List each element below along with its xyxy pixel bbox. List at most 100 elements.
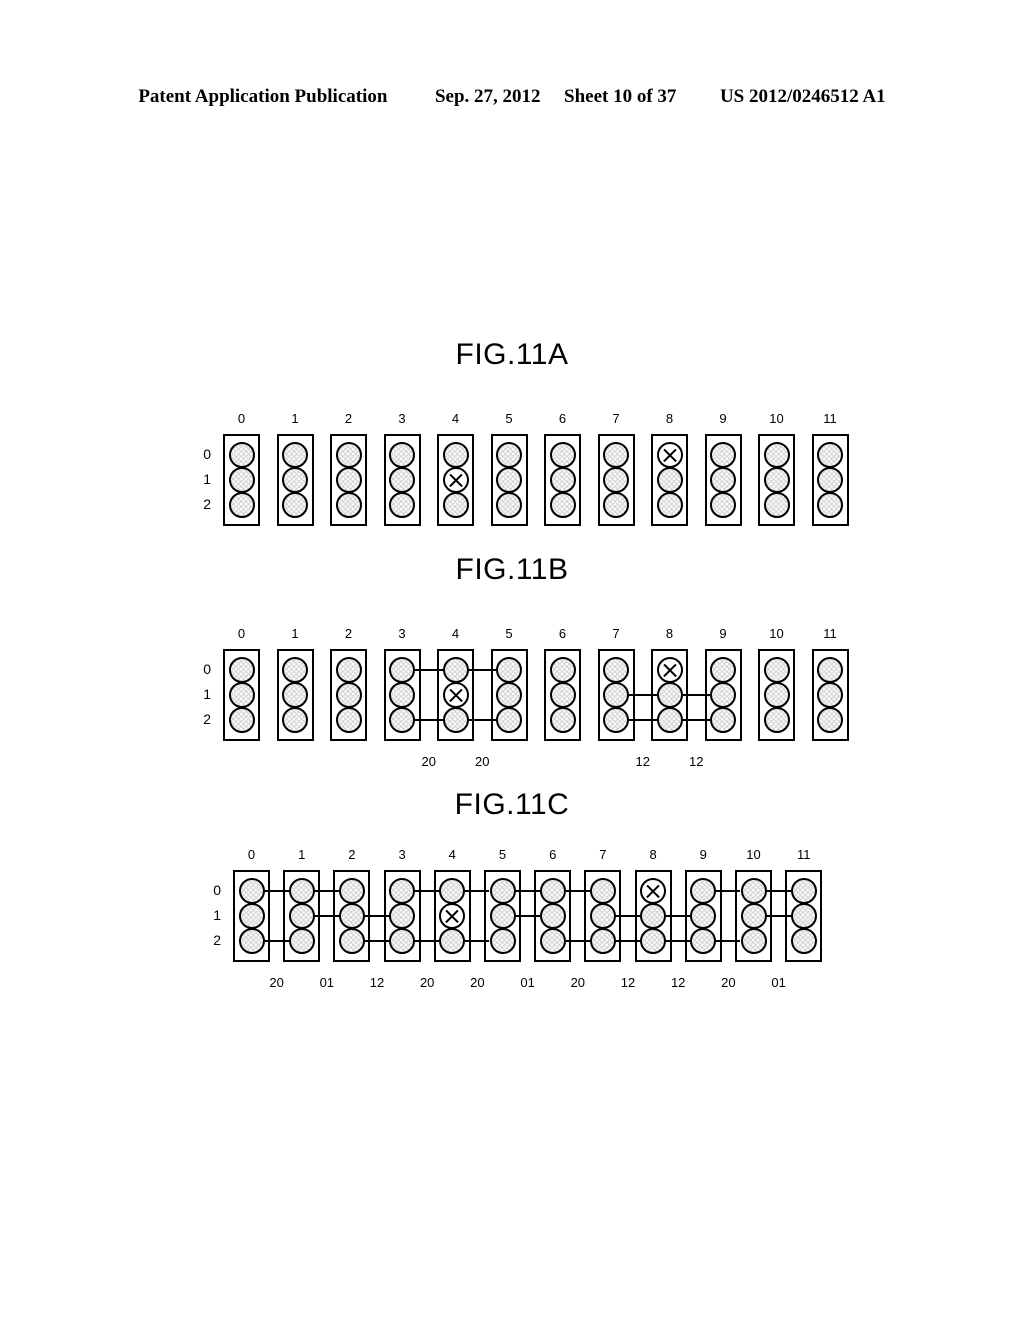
node-cell [238,878,265,904]
connector-line [415,890,440,892]
node-cell [282,657,308,683]
node-cell [790,878,817,904]
node-cell [228,682,255,708]
column-label-11: 11 [823,626,837,641]
connector-line [314,890,339,892]
node-cell [389,878,416,904]
node-cell [549,707,576,733]
connector-line [716,940,741,942]
connector-line [766,890,791,892]
node-cell [740,903,767,929]
row-label-2: 2 [213,932,221,948]
node-cell [389,442,415,468]
connector-line [515,915,540,917]
node-cell [549,442,576,468]
node-cell [763,707,790,733]
node-cell [442,657,469,683]
column-label-11: 11 [796,847,811,862]
connector-line [682,694,710,696]
node-cell [549,467,576,493]
column-label-2: 2 [344,626,353,641]
header-sheet: Sheet 10 of 37 [564,86,677,107]
node-cell [338,928,365,954]
node-cell [496,682,522,708]
node-cell [496,467,522,493]
row-label-0: 0 [213,882,221,898]
header-date: Sep. 27, 2012 [434,86,541,107]
gap-label-4: 20 [470,975,485,990]
connector-line [415,940,440,942]
node-cell [817,657,843,683]
node-cell [288,928,315,954]
node-cell [539,903,566,929]
column-label-10: 10 [769,411,784,426]
figure-11a: FIG.11A 0 1 2 3 4 5 6 7 8 9 10 11 0 1 2 [0,338,1024,586]
header-patent-number: US 2012/0246512 A1 [719,86,886,107]
connector-line [465,890,490,892]
gap-label-0: 20 [269,975,284,990]
node-cell [288,878,315,904]
node-cell [496,442,522,468]
node-cell [389,657,415,683]
gap-label-5: 01 [520,975,535,990]
node-cell [710,467,736,493]
column-label-11: 11 [823,411,837,426]
node-cell [817,467,843,493]
node-cell [389,492,415,518]
column-label-9: 9 [719,626,727,641]
column-label-0: 0 [247,847,256,862]
node-cell [389,707,415,733]
node-cell [589,928,616,954]
node-cell [539,878,566,904]
connector-line [666,915,691,917]
node-cell [656,682,683,708]
node-cell [710,707,736,733]
gap-label-8: 12 [670,975,686,990]
node-cell [442,492,469,518]
node-cell [282,442,308,468]
node-cell [228,492,255,518]
node-cell [282,467,308,493]
gap-label-3: 20 [419,975,435,990]
node-cell [603,467,629,493]
node-cell [389,682,415,708]
node-cell [763,467,790,493]
node-cell [335,492,362,518]
column-label-1: 1 [298,847,306,862]
connector-line [766,915,791,917]
node-cell [335,682,362,708]
node-cell [489,903,516,929]
node-cell [489,878,516,904]
node-cell [763,492,790,518]
column-label-8: 8 [665,411,674,426]
node-cell [603,442,629,468]
header-publication: Patent Application Publication [138,86,388,107]
node-cell [549,682,576,708]
column-label-2: 2 [344,411,353,426]
node-cell [338,903,365,929]
column-label-3: 3 [398,626,406,641]
column-label-0: 0 [237,626,246,641]
row-label-0: 0 [203,446,211,462]
node-cell [389,903,416,929]
node-cell [282,492,308,518]
node-cell [640,903,667,929]
node-cell [288,903,315,929]
node-cell [389,467,415,493]
node-cell [539,928,566,954]
connector-line [264,940,289,942]
column-label-6: 6 [558,626,567,641]
connector-line [264,890,289,892]
figure-title: FIG.11C [454,788,570,821]
connector-line [565,940,590,942]
diagram-canvas: 0 1 2 3 4 5 6 7 8 9 10 11 0 1 2 20 20 12 12 [0,587,909,801]
connector-line [716,890,741,892]
node-marked-x-icon [442,467,469,493]
node-cell [238,928,265,954]
gap-label-6: 20 [570,975,586,990]
gap-label-10: 01 [771,975,786,990]
node-cell [603,492,629,518]
column-label-9: 9 [719,411,727,426]
node-cell [228,707,255,733]
connector-line [515,890,540,892]
